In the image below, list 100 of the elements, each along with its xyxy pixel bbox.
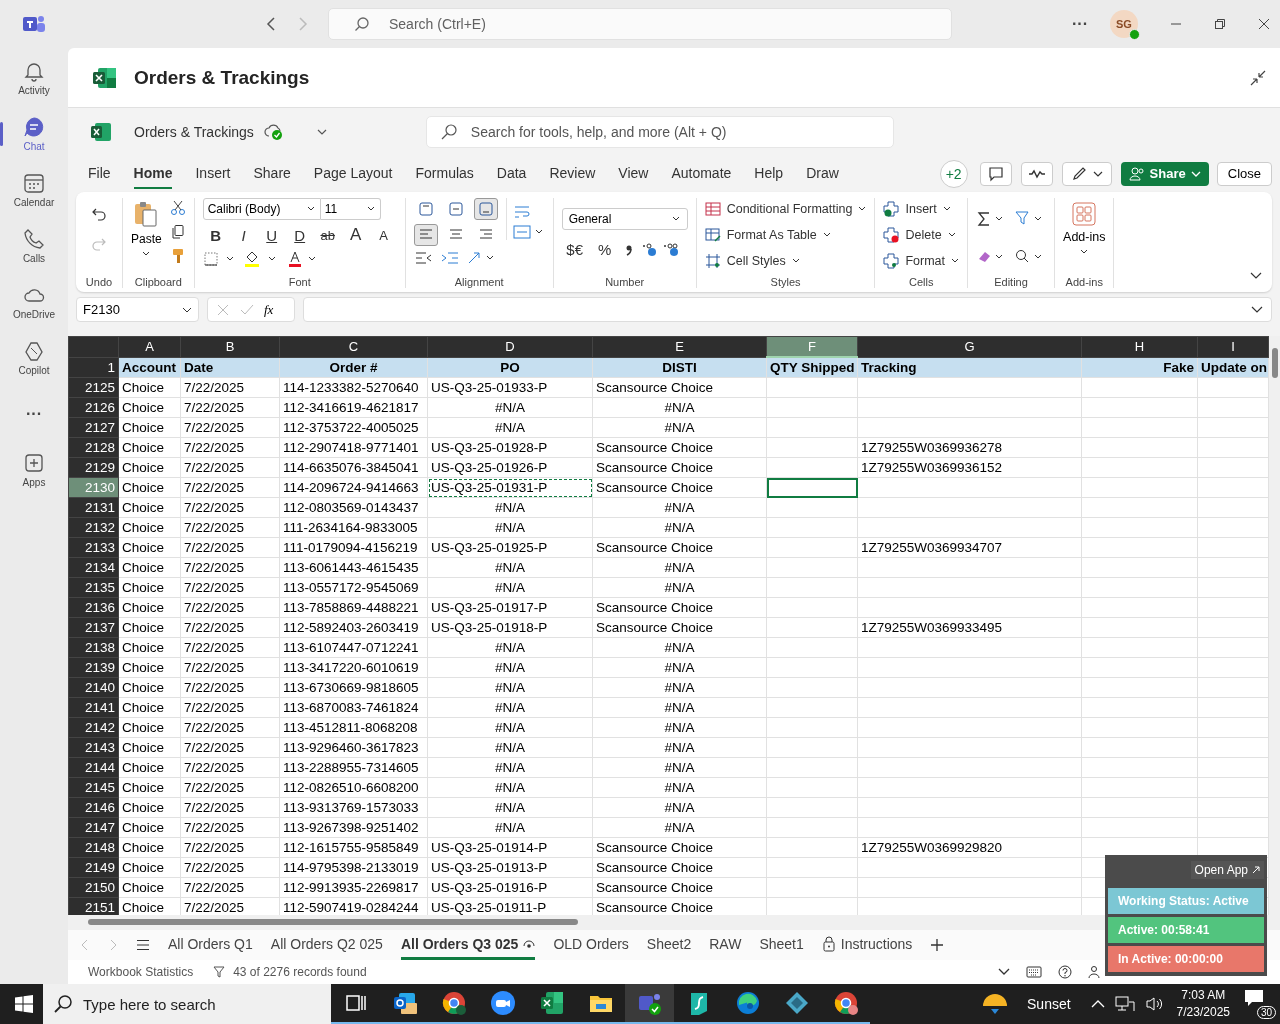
cells-menu-button[interactable]: Insert bbox=[883, 198, 951, 220]
row-number[interactable]: 2131 bbox=[68, 497, 119, 518]
more-button[interactable]: ··· bbox=[1072, 15, 1088, 33]
cells-menu-button[interactable]: Format bbox=[883, 250, 960, 272]
row-number[interactable]: 2149 bbox=[68, 857, 119, 878]
row-number[interactable]: 2132 bbox=[68, 517, 119, 538]
ribbon-tab[interactable]: File bbox=[88, 158, 111, 189]
column-header[interactable]: I bbox=[1197, 336, 1269, 357]
taskbar-search-field[interactable]: Type here to search bbox=[43, 984, 331, 1024]
chevron-up-icon[interactable] bbox=[1090, 999, 1105, 1009]
workbook-statistics[interactable]: Workbook Statistics bbox=[88, 965, 194, 979]
clock-time[interactable]: 7:03 AM bbox=[1181, 987, 1226, 1004]
font-size-dropdown[interactable]: 11 bbox=[320, 198, 381, 220]
font-style-button[interactable]: A bbox=[370, 224, 397, 246]
workbook-name[interactable]: Orders & Trackings bbox=[134, 123, 254, 140]
row-number[interactable]: 2127 bbox=[68, 417, 119, 438]
weather-label[interactable]: Sunset bbox=[1027, 996, 1071, 1012]
activity-button[interactable] bbox=[1020, 161, 1053, 186]
expand-ribbon-icon[interactable] bbox=[1250, 272, 1262, 280]
row-number[interactable]: 2134 bbox=[68, 557, 119, 578]
sheet-tab[interactable]: All Orders Q2 025 bbox=[270, 930, 383, 960]
rail-item[interactable]: ··· bbox=[0, 390, 68, 438]
styles-menu-button[interactable]: Format As Table bbox=[704, 224, 831, 246]
sheet-tab[interactable]: RAW bbox=[709, 930, 742, 960]
column-header[interactable]: D bbox=[427, 336, 593, 357]
decrease-indent-icon[interactable] bbox=[413, 250, 434, 266]
add-ins-button[interactable]: Add-ins bbox=[1063, 198, 1106, 256]
column-header[interactable]: C bbox=[279, 336, 428, 357]
close-icon[interactable] bbox=[1258, 18, 1270, 30]
restore-icon[interactable] bbox=[1214, 18, 1226, 30]
ribbon-tab[interactable]: Data bbox=[496, 158, 527, 189]
rail-item[interactable]: Calls bbox=[0, 222, 68, 270]
ribbon-tab[interactable]: Draw bbox=[806, 158, 839, 189]
row-number[interactable]: 2141 bbox=[68, 697, 119, 718]
row-number[interactable]: 2130 bbox=[68, 477, 119, 498]
font-style-button[interactable]: A bbox=[342, 224, 369, 246]
row-number[interactable]: 2128 bbox=[68, 437, 119, 458]
rail-item[interactable]: Activity bbox=[0, 54, 68, 102]
ribbon-tab[interactable]: Help bbox=[754, 158, 784, 189]
open-app-button[interactable]: Open App bbox=[1190, 861, 1264, 879]
chevron-down-icon[interactable] bbox=[998, 968, 1010, 976]
clock-date[interactable]: 7/23/2025 bbox=[1176, 1004, 1230, 1021]
share-button[interactable]: Share bbox=[1120, 161, 1209, 186]
undo-icon[interactable] bbox=[91, 206, 107, 222]
font-style-button[interactable]: U bbox=[258, 224, 285, 246]
font-style-button[interactable]: I bbox=[230, 224, 257, 246]
row-number[interactable]: 2125 bbox=[68, 377, 119, 398]
editing-mode-button[interactable] bbox=[1061, 161, 1112, 186]
copy-icon[interactable] bbox=[169, 224, 186, 240]
column-header[interactable]: B bbox=[180, 336, 280, 357]
close-button[interactable]: Close bbox=[1216, 161, 1272, 186]
bottom-align-button[interactable] bbox=[473, 198, 498, 220]
percent-button[interactable]: % bbox=[591, 238, 618, 260]
cut-icon[interactable] bbox=[169, 200, 186, 216]
column-header[interactable]: A bbox=[118, 336, 181, 357]
row-number[interactable]: 2139 bbox=[68, 657, 119, 678]
selected-cell[interactable] bbox=[766, 477, 858, 498]
row-number[interactable]: 2142 bbox=[68, 717, 119, 738]
font-style-button[interactable]: ab bbox=[314, 224, 341, 246]
number-format-dropdown[interactable]: General bbox=[561, 208, 688, 230]
rail-item[interactable]: OneDrive bbox=[0, 278, 68, 326]
menu-icon[interactable] bbox=[136, 939, 150, 951]
sheet-tab[interactable]: Sheet1 bbox=[759, 930, 804, 960]
row-number[interactable]: 2148 bbox=[68, 837, 119, 858]
sheet-tab[interactable]: All Orders Q1 bbox=[168, 930, 253, 960]
ribbon-tab[interactable]: Page Layout bbox=[313, 158, 393, 189]
cells-menu-button[interactable]: Delete bbox=[883, 224, 956, 246]
person-icon[interactable] bbox=[1088, 965, 1102, 979]
left-align-button[interactable] bbox=[413, 224, 438, 246]
styles-menu-button[interactable]: Cell Styles bbox=[704, 250, 800, 272]
row-number[interactable]: 2135 bbox=[68, 577, 119, 598]
row-number[interactable]: 2145 bbox=[68, 777, 119, 798]
volume-icon[interactable] bbox=[1144, 996, 1165, 1012]
row-number[interactable]: 2140 bbox=[68, 677, 119, 698]
scrollbar-thumb[interactable] bbox=[1272, 348, 1278, 378]
column-header[interactable]: G bbox=[857, 336, 1082, 357]
row-number[interactable]: 2126 bbox=[68, 397, 119, 418]
row-number[interactable]: 2150 bbox=[68, 877, 119, 898]
row-number[interactable]: 2129 bbox=[68, 457, 119, 478]
font-style-button[interactable]: D bbox=[286, 224, 313, 246]
rail-item[interactable]: Chat bbox=[0, 110, 68, 158]
row-number[interactable]: 2137 bbox=[68, 617, 119, 638]
ribbon-tab[interactable]: Insert bbox=[195, 158, 231, 189]
chevron-down-icon[interactable] bbox=[315, 127, 328, 136]
ribbon-tab[interactable]: Formulas bbox=[415, 158, 474, 189]
sheet-tab[interactable]: Instructions bbox=[821, 930, 913, 960]
app-icon[interactable] bbox=[488, 989, 517, 1017]
ribbon-tab[interactable]: Home bbox=[133, 158, 173, 189]
rail-item[interactable]: Apps bbox=[0, 446, 68, 494]
sheet-tab[interactable]: Sheet2 bbox=[646, 930, 692, 960]
ribbon-tab[interactable]: View bbox=[618, 158, 649, 189]
rail-item[interactable]: Calendar bbox=[0, 166, 68, 214]
help-icon[interactable] bbox=[1058, 965, 1072, 979]
sheet-tab[interactable]: OLD Orders bbox=[553, 930, 629, 960]
column-header[interactable]: E bbox=[592, 336, 767, 357]
row-number[interactable]: 2138 bbox=[68, 637, 119, 658]
currency-button[interactable]: $€ bbox=[561, 238, 588, 260]
back-icon[interactable] bbox=[266, 16, 276, 32]
notifications-icon[interactable] bbox=[1244, 989, 1264, 1007]
column-header[interactable]: F bbox=[766, 336, 858, 357]
